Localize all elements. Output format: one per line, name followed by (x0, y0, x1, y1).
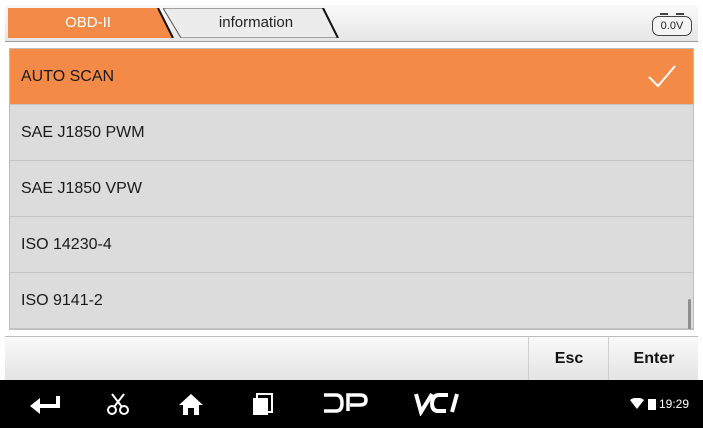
list-item-label: SAE J1850 PWM (21, 124, 145, 141)
list-item-iso-9141-2[interactable]: ISO 9141-2 (10, 273, 693, 329)
tab-obd-ii[interactable]: OBD-II (8, 8, 180, 38)
battery-voltage-indicator: 0.0V (652, 13, 692, 36)
protocol-list[interactable]: AUTO SCAN SAE J1850 PWM SAE J1850 VPW IS… (9, 48, 694, 330)
list-item-label: AUTO SCAN (21, 68, 115, 85)
wifi-icon (630, 397, 645, 409)
voltage-value: 0.0V (652, 16, 692, 36)
back-icon[interactable] (28, 392, 60, 416)
vci-logo (414, 392, 459, 417)
list-item-iso-14230-4[interactable]: ISO 14230-4 (10, 217, 693, 273)
footer-toolbar: Esc Enter (5, 336, 698, 381)
recent-apps-icon[interactable] (252, 392, 274, 416)
tab-information-label: information (218, 14, 294, 31)
scissors-icon[interactable] (106, 392, 130, 416)
vci-icon[interactable] (412, 390, 468, 417)
clock-time: 19:29 (658, 396, 689, 411)
list-scrollbar[interactable] (688, 299, 691, 329)
list-item-auto-scan[interactable]: AUTO SCAN (10, 49, 693, 105)
dp-icon[interactable] (322, 390, 370, 416)
list-item-label: SAE J1850 VPW (21, 180, 142, 197)
app-window: information OBD-II 0.0V AUTO SCAN SAE J1… (0, 0, 703, 428)
enter-button[interactable]: Enter (608, 337, 699, 381)
list-item-label: ISO 9141-2 (21, 292, 103, 309)
checkmark-icon (648, 65, 676, 88)
tab-bar: information OBD-II 0.0V (5, 5, 698, 42)
status-area: 19:29 (630, 396, 689, 411)
list-item-sae-j1850-vpw[interactable]: SAE J1850 VPW (10, 161, 693, 217)
dp-logo (324, 393, 368, 413)
home-icon[interactable] (178, 392, 204, 416)
tab-obd-ii-label: OBD-II (65, 14, 111, 31)
navigation-bar: 19:29 (0, 380, 703, 428)
battery-terminal-right (676, 13, 684, 15)
tab-information[interactable]: information (163, 8, 353, 38)
list-item-sae-j1850-pwm[interactable]: SAE J1850 PWM (10, 105, 693, 161)
battery-terminal-left (660, 13, 668, 15)
esc-button[interactable]: Esc (528, 337, 609, 381)
list-item-label: ISO 14230-4 (21, 236, 112, 253)
battery-icon (647, 398, 656, 410)
